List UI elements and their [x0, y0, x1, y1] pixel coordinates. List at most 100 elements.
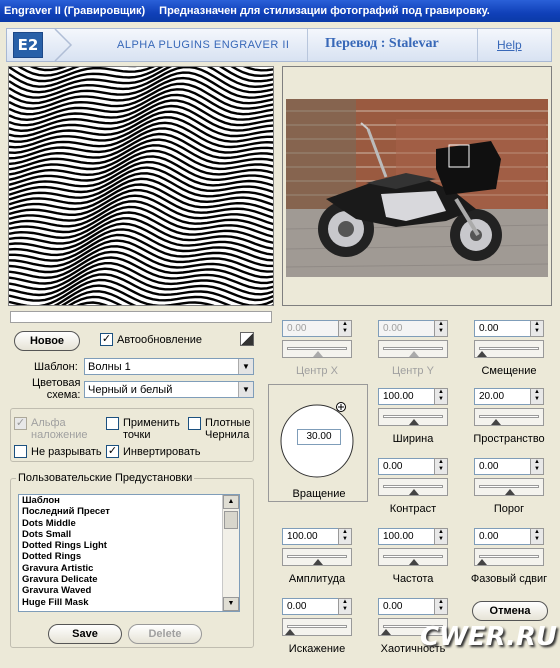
- help-link[interactable]: Help: [497, 38, 522, 52]
- list-item[interactable]: Huge Fill Mask: [19, 597, 239, 608]
- spin-buttons[interactable]: ▲ ▼: [338, 598, 352, 615]
- autoupdate-check-box[interactable]: ✓: [100, 333, 113, 346]
- list-item[interactable]: Gravura Waved: [19, 585, 239, 596]
- color-scheme-select[interactable]: Черный и белый ▼: [84, 381, 254, 398]
- distortion-label: Искажение: [288, 643, 346, 655]
- save-button[interactable]: Save: [48, 624, 122, 644]
- spin-buttons[interactable]: ▲ ▼: [530, 388, 544, 405]
- width-input[interactable]: 100.00: [378, 388, 438, 405]
- spacing-slider[interactable]: [474, 408, 544, 426]
- window-subtitle: Предназначен для стилизации фотографий п…: [159, 5, 490, 17]
- contrast-control[interactable]: 0.00 ▲ ▼: [378, 458, 448, 498]
- dense-ink-checkbox[interactable]: Плотные Чернила: [188, 417, 250, 441]
- no-break-checkbox[interactable]: Не разрывать: [14, 445, 102, 458]
- title-bar[interactable]: Engraver II (Гравировщик) Предназначен д…: [0, 0, 560, 22]
- frequency-slider[interactable]: [378, 548, 448, 566]
- spacing-control[interactable]: 20.00 ▲ ▼: [474, 388, 544, 428]
- scroll-down-icon[interactable]: ▼: [223, 597, 239, 611]
- phase-label: Фазовый сдвиг: [470, 573, 548, 585]
- presets-list[interactable]: Шаблон Последний Пресет Dots Middle Dots…: [18, 494, 240, 612]
- presets-scrollbar[interactable]: ▲ ▼: [222, 495, 239, 611]
- compare-toggle-icon[interactable]: [240, 332, 254, 346]
- distortion-slider[interactable]: [282, 618, 352, 636]
- list-item[interactable]: Gravura Delicate: [19, 574, 239, 585]
- scroll-up-icon[interactable]: ▲: [223, 495, 239, 509]
- phase-control[interactable]: 0.00 ▲ ▼: [474, 528, 544, 568]
- threshold-control[interactable]: 0.00 ▲ ▼: [474, 458, 544, 498]
- center-y-control[interactable]: 0.00 ▲ ▼: [378, 320, 448, 360]
- chaos-input[interactable]: 0.00: [378, 598, 438, 615]
- center-x-control[interactable]: 0.00 ▲ ▼: [282, 320, 352, 360]
- spin-buttons[interactable]: ▲ ▼: [434, 528, 448, 545]
- list-item[interactable]: Dots Small: [19, 529, 239, 540]
- center-x-input[interactable]: 0.00: [282, 320, 342, 337]
- contrast-label: Контраст: [389, 503, 437, 515]
- amplitude-label: Амплитуда: [288, 573, 346, 585]
- spin-buttons[interactable]: ▲ ▼: [338, 528, 352, 545]
- template-select[interactable]: Волны 1 ▼: [84, 358, 254, 375]
- frequency-label: Частота: [392, 573, 434, 585]
- rotation-input[interactable]: 30.00: [297, 429, 341, 445]
- amplitude-control[interactable]: 100.00 ▲ ▼: [282, 528, 352, 568]
- header-divider: [477, 29, 478, 61]
- spacing-input[interactable]: 20.00: [474, 388, 534, 405]
- contrast-input[interactable]: 0.00: [378, 458, 438, 475]
- spin-buttons[interactable]: ▲ ▼: [434, 320, 448, 337]
- width-control[interactable]: 100.00 ▲ ▼: [378, 388, 448, 428]
- apply-points-checkbox[interactable]: Применить точки: [106, 417, 180, 441]
- presets-title: Пользовательские Предустановки: [16, 472, 195, 484]
- amplitude-input[interactable]: 100.00: [282, 528, 342, 545]
- list-item[interactable]: Dotted Rings Light: [19, 540, 239, 551]
- distortion-input[interactable]: 0.00: [282, 598, 342, 615]
- spin-buttons[interactable]: ▲ ▼: [434, 388, 448, 405]
- spin-buttons[interactable]: ▲ ▼: [434, 598, 448, 615]
- center-y-slider[interactable]: [378, 340, 448, 358]
- original-preview[interactable]: [282, 66, 552, 306]
- offset-label: Смещение: [481, 365, 537, 377]
- chevron-right-icon: [54, 29, 73, 61]
- list-item[interactable]: Dots Middle: [19, 518, 239, 529]
- watermark: CWER.RU: [420, 622, 558, 652]
- center-x-slider[interactable]: [282, 340, 352, 358]
- motorcycle-photo: [286, 99, 548, 277]
- distortion-control[interactable]: 0.00 ▲ ▼: [282, 598, 352, 638]
- offset-slider[interactable]: [474, 340, 544, 358]
- offset-input[interactable]: 0.00: [474, 320, 534, 337]
- delete-button[interactable]: Delete: [128, 624, 202, 644]
- list-item[interactable]: Dotted Rings: [19, 551, 239, 562]
- e2-logo: E2: [13, 32, 43, 58]
- cancel-button[interactable]: Отмена: [472, 601, 548, 621]
- threshold-slider[interactable]: [474, 478, 544, 496]
- center-y-input[interactable]: 0.00: [378, 320, 438, 337]
- wave-pattern: [9, 67, 273, 305]
- contrast-slider[interactable]: [378, 478, 448, 496]
- list-item[interactable]: Gravura Artistic: [19, 563, 239, 574]
- color-scheme-value: Черный и белый: [88, 383, 173, 396]
- engraving-preview[interactable]: [8, 66, 274, 306]
- frequency-input[interactable]: 100.00: [378, 528, 438, 545]
- rotation-label: Вращение: [292, 488, 346, 500]
- list-item[interactable]: Последний Пресет: [19, 506, 239, 517]
- autoupdate-checkbox[interactable]: ✓ Автообновление: [100, 333, 202, 346]
- spin-buttons[interactable]: ▲ ▼: [530, 528, 544, 545]
- chevron-down-icon[interactable]: ▼: [238, 359, 253, 374]
- phase-slider[interactable]: [474, 548, 544, 566]
- phase-input[interactable]: 0.00: [474, 528, 534, 545]
- list-item[interactable]: Шаблон: [19, 495, 239, 506]
- width-slider[interactable]: [378, 408, 448, 426]
- new-button[interactable]: Новое: [14, 331, 80, 351]
- spin-buttons[interactable]: ▲ ▼: [530, 458, 544, 475]
- frequency-control[interactable]: 100.00 ▲ ▼: [378, 528, 448, 568]
- spin-buttons[interactable]: ▲ ▼: [338, 320, 352, 337]
- spin-buttons[interactable]: ▲ ▼: [434, 458, 448, 475]
- rotation-control[interactable]: 30.00: [268, 384, 368, 502]
- spin-buttons[interactable]: ▲ ▼: [530, 320, 544, 337]
- threshold-input[interactable]: 0.00: [474, 458, 534, 475]
- invert-checkbox[interactable]: ✓ Инвертировать: [106, 445, 200, 458]
- center-x-label: Центр X: [296, 365, 338, 377]
- offset-control[interactable]: 0.00 ▲ ▼: [474, 320, 544, 360]
- amplitude-slider[interactable]: [282, 548, 352, 566]
- chevron-down-icon[interactable]: ▼: [238, 382, 253, 397]
- scroll-thumb[interactable]: [224, 511, 238, 529]
- header-banner: E2 ALPHA PLUGINS ENGRAVER II Перевод : S…: [6, 28, 552, 62]
